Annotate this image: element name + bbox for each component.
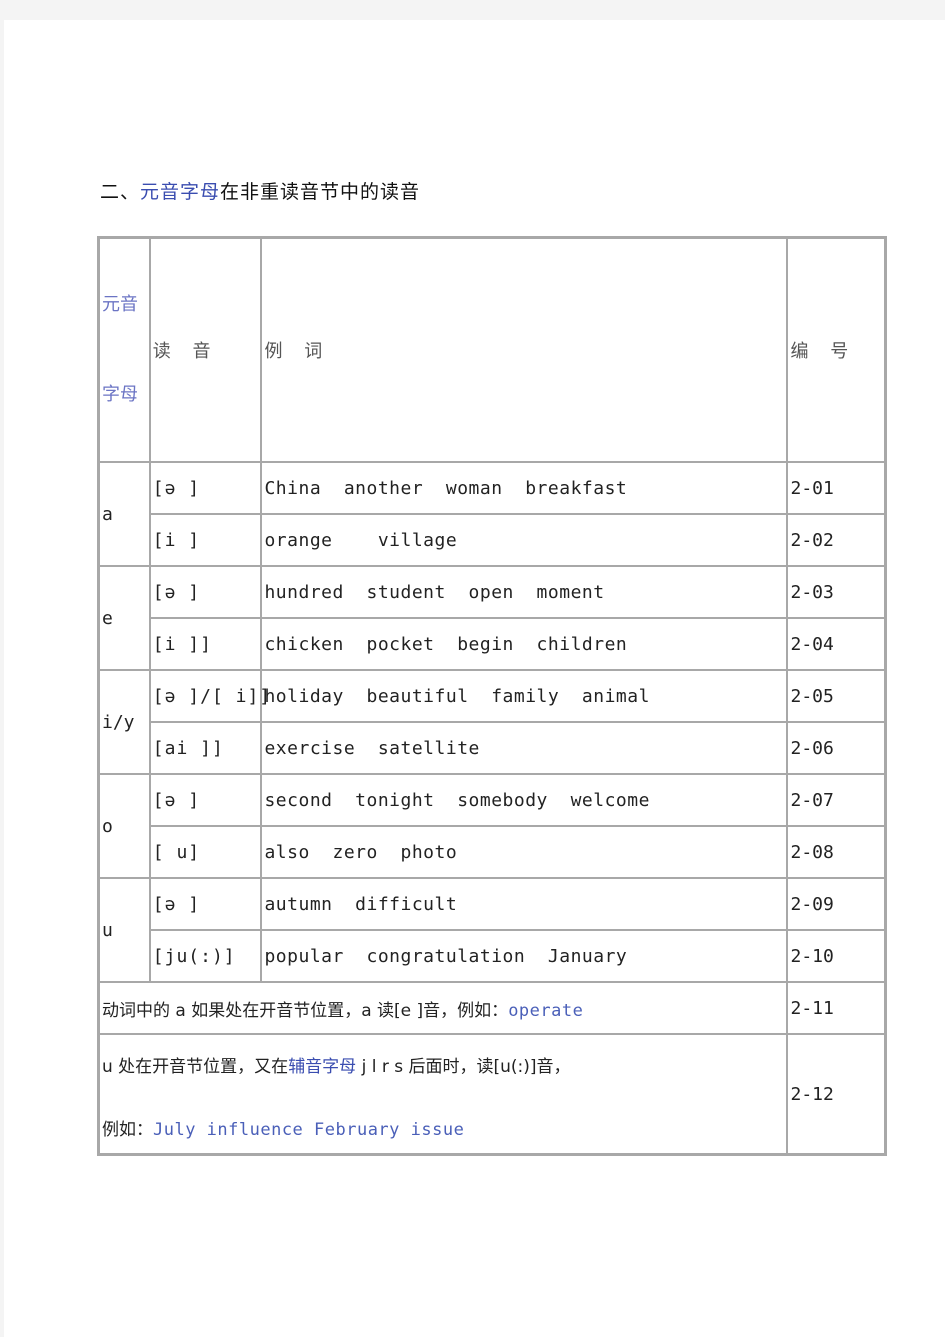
consonant-letters-link[interactable]: 辅音字母 bbox=[288, 1057, 356, 1077]
header-examples: 例 词 bbox=[261, 238, 788, 462]
phonetic-cell: [ u] bbox=[149, 826, 262, 878]
table-row: [ju(:)] popular congratulation January 2… bbox=[99, 930, 885, 982]
table-row: a [ə ] China another woman breakfast 2-0… bbox=[99, 462, 885, 566]
phonetic-cell: [ai ]] bbox=[149, 722, 262, 774]
phonetic-cell: [i ] bbox=[149, 514, 262, 566]
examples-cell: popular congratulation January bbox=[261, 930, 788, 982]
header-vowel-line1[interactable]: 元音 bbox=[102, 281, 149, 329]
phonetic-cell: [ə ] bbox=[149, 566, 262, 618]
note-cell: u 处在开音节位置，又在辅音字母 j l r s 后面时，读[u(:)]音， 例… bbox=[99, 1034, 788, 1154]
note-example: operate bbox=[508, 1000, 584, 1021]
phonetic-cell: [ə ]/[ i]] bbox=[149, 670, 270, 722]
examples-cell: also zero photo bbox=[261, 826, 788, 878]
table-row: [ u] also zero photo 2-08 bbox=[99, 826, 885, 878]
code-cell: 2-02 bbox=[787, 514, 885, 566]
examples-cell: orange village bbox=[261, 514, 788, 566]
heading-link-vowel-letters[interactable]: 元音字母 bbox=[140, 181, 220, 203]
examples-cell: autumn difficult bbox=[261, 878, 788, 930]
code-cell: 2-09 bbox=[787, 878, 885, 930]
table-header-row: 元音 字母 读 音 例 词 编 号 bbox=[99, 238, 885, 462]
document-page: 二、元音字母在非重读音节中的读音 元音 字母 读 音 例 词 编 号 a [ə … bbox=[4, 20, 945, 1337]
code-cell: 2-06 bbox=[787, 722, 885, 774]
code-cell: 2-03 bbox=[787, 566, 885, 618]
code-cell: 2-10 bbox=[787, 930, 885, 982]
note-example: July influence February issue bbox=[153, 1120, 465, 1140]
table-row: u [ə ] autumn difficult 2-09 bbox=[99, 878, 885, 982]
phonetic-cell: [i ]] bbox=[149, 618, 262, 670]
code-cell: 2-04 bbox=[787, 618, 885, 670]
note-line-1: u 处在开音节位置，又在辅音字母 j l r s 后面时，读[u(:)]音， bbox=[102, 1057, 571, 1077]
phonetic-cell: [ə ] bbox=[149, 462, 262, 514]
examples-cell: China another woman breakfast bbox=[261, 462, 788, 514]
vowel-letter-cell: i/y bbox=[99, 670, 150, 774]
code-cell: 2-08 bbox=[787, 826, 885, 878]
note-row: u 处在开音节位置，又在辅音字母 j l r s 后面时，读[u(:)]音， 例… bbox=[99, 1034, 885, 1154]
heading-prefix: 二、 bbox=[100, 181, 141, 203]
table-row: [ai ]] exercise satellite 2-06 bbox=[99, 722, 885, 774]
vowel-letter-cell: u bbox=[99, 878, 150, 982]
vowel-letter-cell: o bbox=[99, 774, 150, 878]
heading-suffix: 在非重读音节中的读音 bbox=[220, 181, 421, 203]
table-row: [i ] orange village 2-02 bbox=[99, 514, 885, 566]
code-cell: 2-11 bbox=[787, 982, 885, 1034]
phonetic-cell: [ə ] bbox=[149, 774, 262, 826]
examples-cell: exercise satellite bbox=[261, 722, 788, 774]
vowel-pronunciation-table: 元音 字母 读 音 例 词 编 号 a [ə ] China another w… bbox=[97, 236, 887, 1156]
table-row: e [ə ] hundred student open moment 2-03 bbox=[99, 566, 885, 670]
examples-cell: chicken pocket begin children bbox=[261, 618, 788, 670]
note-line-2: 例如：July influence February issue bbox=[102, 1120, 465, 1140]
code-cell: 2-12 bbox=[787, 1034, 885, 1154]
code-cell: 2-05 bbox=[787, 670, 885, 722]
vowel-letter-cell: a bbox=[99, 462, 150, 566]
examples-cell: second tonight somebody welcome bbox=[261, 774, 788, 826]
table-row: i/y [ə ]/[ i]] holiday beautiful family … bbox=[99, 670, 885, 774]
note-text: 动词中的 a 如果处在开音节位置，a 读[e ]音，例如： bbox=[102, 1000, 509, 1021]
section-heading: 二、元音字母在非重读音节中的读音 bbox=[100, 177, 420, 204]
header-vowel-line2[interactable]: 字母 bbox=[102, 371, 149, 419]
code-cell: 2-07 bbox=[787, 774, 885, 826]
vowel-letter-cell: e bbox=[99, 566, 150, 670]
header-code: 编 号 bbox=[787, 238, 885, 462]
table-row: [i ]] chicken pocket begin children 2-04 bbox=[99, 618, 885, 670]
header-vowel-letter: 元音 字母 bbox=[99, 238, 150, 462]
table-row: o [ə ] second tonight somebody welcome 2… bbox=[99, 774, 885, 878]
examples-cell: hundred student open moment bbox=[261, 566, 788, 618]
code-cell: 2-01 bbox=[787, 462, 885, 514]
note-row: 动词中的 a 如果处在开音节位置，a 读[e ]音，例如：operate 2-1… bbox=[99, 982, 885, 1034]
phonetic-cell: [ju(:)] bbox=[149, 930, 262, 982]
phonetic-cell: [ə ] bbox=[149, 878, 262, 930]
examples-cell: holiday beautiful family animal bbox=[261, 670, 788, 722]
note-cell: 动词中的 a 如果处在开音节位置，a 读[e ]音，例如：operate bbox=[99, 982, 788, 1034]
